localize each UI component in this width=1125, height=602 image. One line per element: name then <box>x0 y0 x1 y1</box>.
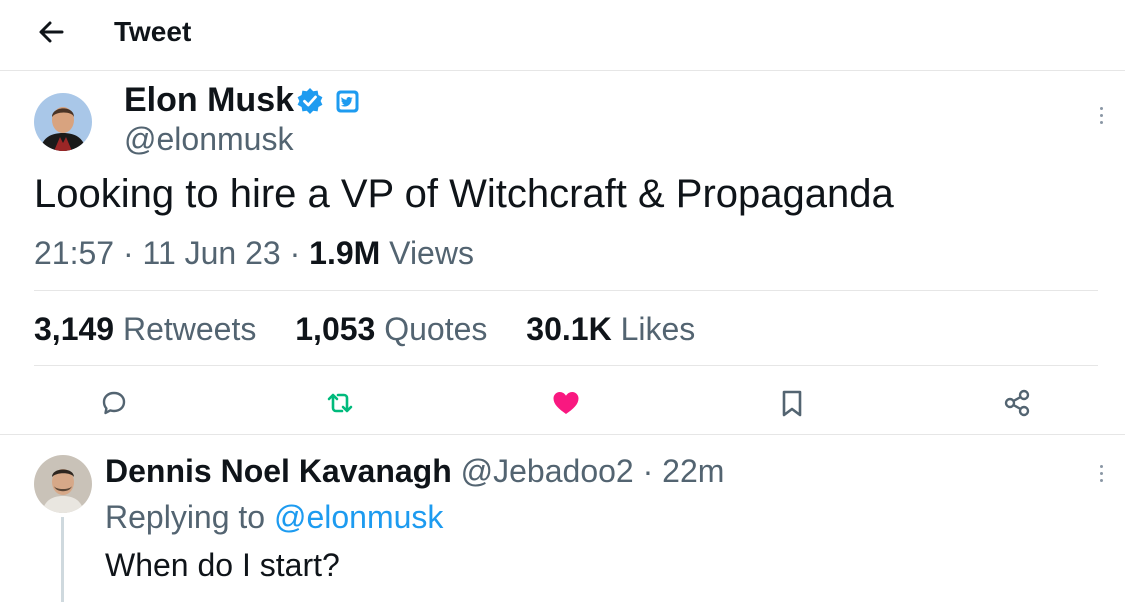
retweet-arrows-icon <box>327 393 353 413</box>
reply-text: When do I start? <box>105 547 340 583</box>
quotes-stat[interactable]: 1,053 Quotes <box>295 309 487 349</box>
back-arrow-icon[interactable] <box>34 14 70 50</box>
meta-separator: · <box>289 235 301 271</box>
reply-time[interactable]: 22m <box>662 453 724 489</box>
retweets-stat[interactable]: 3,149 Retweets <box>34 309 256 349</box>
main-tweet: Elon Musk @elonmusk Looking to hire a VP… <box>0 71 1125 435</box>
like-button[interactable] <box>550 387 582 419</box>
replying-to-label: Replying to <box>105 499 266 535</box>
quotes-count: 1,053 <box>295 311 376 347</box>
reply-tweet[interactable]: Dennis Noel Kavanagh @Jebadoo2 · 22m Rep… <box>0 435 1125 602</box>
divider <box>34 290 1098 291</box>
thread-line <box>61 517 64 602</box>
divider <box>34 365 1098 366</box>
bookmark-icon <box>782 390 802 417</box>
engagement-stats: 3,149 Retweets 1,053 Quotes 30.1K Likes <box>34 309 725 349</box>
share-button[interactable] <box>1001 387 1033 419</box>
meta-separator: · <box>122 235 134 271</box>
tweet-time[interactable]: 21:57 <box>34 235 114 271</box>
views-label: Views <box>389 235 474 271</box>
likes-stat[interactable]: 30.1K Likes <box>526 309 695 349</box>
more-options-icon[interactable] <box>1096 463 1106 487</box>
views-count: 1.9M <box>309 235 381 271</box>
replying-to: Replying to @elonmusk <box>105 497 443 537</box>
retweet-button[interactable] <box>324 387 356 419</box>
speech-bubble-icon <box>102 391 126 415</box>
author-handle[interactable]: @elonmusk <box>124 119 293 159</box>
tweet-meta: 21:57 · 11 Jun 23 · 1.9M Views <box>34 233 474 273</box>
more-options-icon[interactable] <box>1096 105 1106 129</box>
retweets-count: 3,149 <box>34 311 115 347</box>
bookmark-button[interactable] <box>776 387 808 419</box>
author-avatar[interactable] <box>34 93 92 151</box>
quotes-label: Quotes <box>384 311 488 347</box>
tweet-date[interactable]: 11 Jun 23 <box>143 235 281 271</box>
reply-author-handle[interactable]: @Jebadoo2 <box>461 453 634 489</box>
reply-header: Dennis Noel Kavanagh @Jebadoo2 · 22m <box>105 451 724 491</box>
reply-avatar[interactable] <box>34 455 92 513</box>
retweets-label: Retweets <box>122 311 257 347</box>
reply-author-name[interactable]: Dennis Noel Kavanagh <box>105 453 452 489</box>
verified-badge-icon <box>296 87 324 115</box>
replying-to-mention[interactable]: @elonmusk <box>274 499 443 535</box>
top-bar: Tweet <box>0 0 1125 71</box>
action-bar <box>0 383 1125 423</box>
likes-count: 30.1K <box>526 311 612 347</box>
author-name[interactable]: Elon Musk <box>124 79 294 121</box>
twitter-affiliate-badge-icon <box>336 90 359 113</box>
reply-button[interactable] <box>98 387 130 419</box>
page-title: Tweet <box>114 16 192 47</box>
likes-label: Likes <box>620 311 696 347</box>
tweet-text: Looking to hire a VP of Witchcraft & Pro… <box>34 172 894 216</box>
share-nodes-icon <box>1004 389 1030 417</box>
meta-separator: · <box>642 453 654 489</box>
heart-icon <box>553 392 579 414</box>
